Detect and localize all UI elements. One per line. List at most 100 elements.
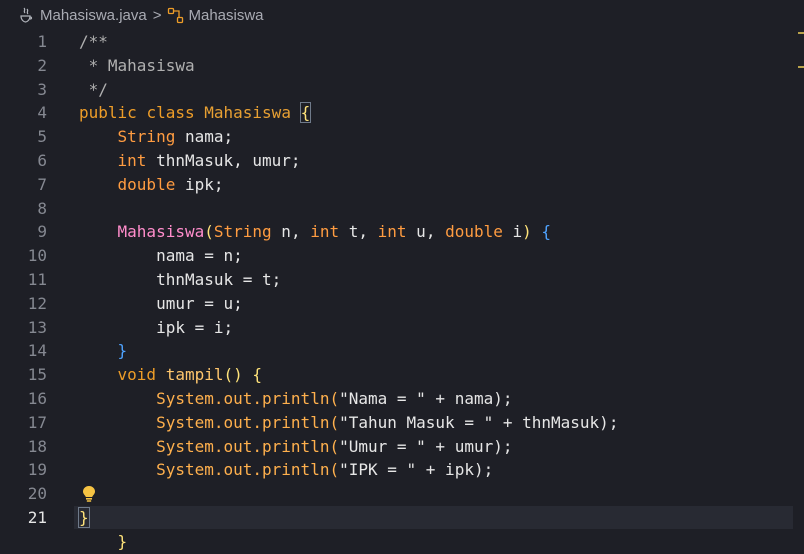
line-number: 11: [27, 269, 47, 289]
code-line[interactable]: 7 double ipk;: [0, 173, 804, 197]
line-number: 19: [27, 460, 47, 480]
current-line-highlight: [74, 505, 793, 529]
line-number: 3: [37, 79, 47, 99]
line-number: 2: [37, 55, 47, 75]
scrollbar-marker: [798, 66, 804, 68]
class-name-token: Mahasiswa: [204, 103, 291, 123]
line-number: 5: [37, 127, 47, 147]
breadcrumb-symbol[interactable]: Mahasiswa: [167, 7, 264, 24]
code-text: umur = u;: [79, 292, 243, 316]
brace-token: }: [117, 341, 128, 361]
line-number: 18: [27, 436, 47, 456]
identifier-token: n,: [271, 222, 311, 242]
class-symbol-icon: [168, 7, 184, 23]
type-token: double: [117, 174, 176, 194]
identifier-token: u,: [406, 222, 446, 242]
function-token: Mahasiswa: [117, 222, 205, 242]
brace-token: {: [531, 222, 552, 242]
brace-token: }: [78, 506, 90, 528]
identifier-token: + thnMasuk);: [493, 412, 619, 432]
code-line-current[interactable]: 21}: [0, 505, 804, 530]
code-text: */: [79, 79, 108, 99]
code-line[interactable]: 14 }: [0, 339, 804, 363]
code-text: int thnMasuk, umur;: [79, 149, 301, 173]
code-line[interactable]: 20 }: [0, 482, 804, 551]
code-line[interactable]: 11 thnMasuk = t;: [0, 268, 804, 292]
code-line[interactable]: 19 System.out.println("IPK = " + ipk);: [0, 458, 804, 482]
string-token: "Nama = ": [339, 388, 426, 408]
code-line[interactable]: 13 ipk = i;: [0, 316, 804, 340]
line-number: 17: [27, 412, 47, 432]
string-token: "IPK = ": [339, 460, 417, 480]
statement-token: thnMasuk = t;: [156, 269, 282, 289]
breadcrumb-separator: >: [152, 6, 162, 24]
code-line[interactable]: 9 Mahasiswa(String n, int t, int u, doub…: [0, 220, 804, 244]
code-line[interactable]: 1 /**: [0, 30, 804, 54]
line-number: 4: [37, 103, 47, 123]
code-line[interactable]: 4 public class Mahasiswa {: [0, 101, 804, 125]
type-token: String: [213, 222, 272, 242]
code-line[interactable]: 10 nama = n;: [0, 244, 804, 268]
keyword-token: public: [79, 103, 137, 123]
breadcrumb: Mahasiswa.java > Mahasiswa: [0, 0, 804, 30]
statement-token: ipk = i;: [156, 317, 234, 337]
java-file-icon: [20, 7, 33, 23]
code-text: System.out.println("Tahun Masuk = " + th…: [79, 411, 618, 435]
code-line[interactable]: 3 */: [0, 78, 804, 102]
line-number: 21: [27, 507, 47, 527]
code-line[interactable]: 17 System.out.println("Tahun Masuk = " +…: [0, 411, 804, 435]
scrollbar-marker: [798, 32, 804, 34]
line-number: 6: [37, 150, 47, 170]
line-number: 14: [27, 341, 47, 361]
brace-token: {: [299, 102, 312, 124]
identifier-token: ipk;: [175, 174, 224, 194]
line-number: 10: [27, 246, 47, 266]
identifier-token: nama;: [175, 127, 234, 147]
type-token: int: [377, 222, 407, 242]
lightbulb-icon[interactable]: [81, 485, 97, 503]
string-token: "Umur = ": [339, 436, 426, 456]
code-text: System.out.println("Nama = " + nama);: [79, 387, 513, 411]
breadcrumb-file-label: Mahasiswa.java: [40, 6, 147, 24]
code-line[interactable]: 5 String nama;: [0, 125, 804, 149]
identifier-token: + nama);: [425, 388, 513, 408]
code-line[interactable]: 12 umur = u;: [0, 292, 804, 316]
line-number: 13: [27, 317, 47, 337]
code-text: System.out.println("IPK = " + ipk);: [79, 458, 493, 482]
paren-token: (: [204, 222, 214, 242]
code-line[interactable]: 18 System.out.println("Umur = " + umur);: [0, 435, 804, 459]
identifier-token: t,: [339, 222, 378, 242]
code-text: public class Mahasiswa {: [79, 101, 312, 125]
code-editor[interactable]: 1 /** 2 * Mahasiswa 3 */ 4 public class Ma…: [0, 30, 804, 551]
code-text: ipk = i;: [79, 316, 233, 340]
keyword-token: class: [146, 103, 195, 123]
line-number: 15: [27, 365, 47, 385]
identifier-token: + umur);: [425, 436, 513, 456]
line-number: 9: [37, 222, 47, 242]
code-text: String nama;: [79, 125, 234, 149]
code-line[interactable]: 2 * Mahasiswa: [0, 54, 804, 78]
code-text: System.out.println("Umur = " + umur);: [79, 435, 513, 459]
brace-token: }: [117, 531, 128, 551]
code-line[interactable]: 15 void tampil() {: [0, 363, 804, 387]
statement-token: umur = u;: [156, 293, 243, 313]
type-token: String: [117, 127, 176, 147]
code-text: nama = n;: [79, 244, 243, 268]
string-token: "Tahun Masuk = ": [339, 412, 494, 432]
code-line[interactable]: 8: [0, 197, 804, 221]
breadcrumb-file[interactable]: Mahasiswa.java: [18, 7, 147, 24]
type-token: int: [310, 222, 340, 242]
code-line[interactable]: 16 System.out.println("Nama = " + nama);: [0, 387, 804, 411]
type-token: int: [117, 150, 147, 170]
brace-token: () {: [223, 365, 263, 385]
code-line[interactable]: 6 int thnMasuk, umur;: [0, 149, 804, 173]
method-call-token: System.out.println(: [156, 460, 340, 480]
identifier-token: thnMasuk, umur;: [146, 150, 301, 170]
code-text: thnMasuk = t;: [79, 268, 281, 292]
identifier-token: i: [502, 222, 523, 242]
line-number: 16: [27, 388, 47, 408]
type-token: double: [445, 222, 503, 242]
code-text: }: [78, 506, 90, 530]
code-text: * Mahasiswa: [79, 55, 195, 75]
code-text: double ipk;: [79, 173, 224, 197]
